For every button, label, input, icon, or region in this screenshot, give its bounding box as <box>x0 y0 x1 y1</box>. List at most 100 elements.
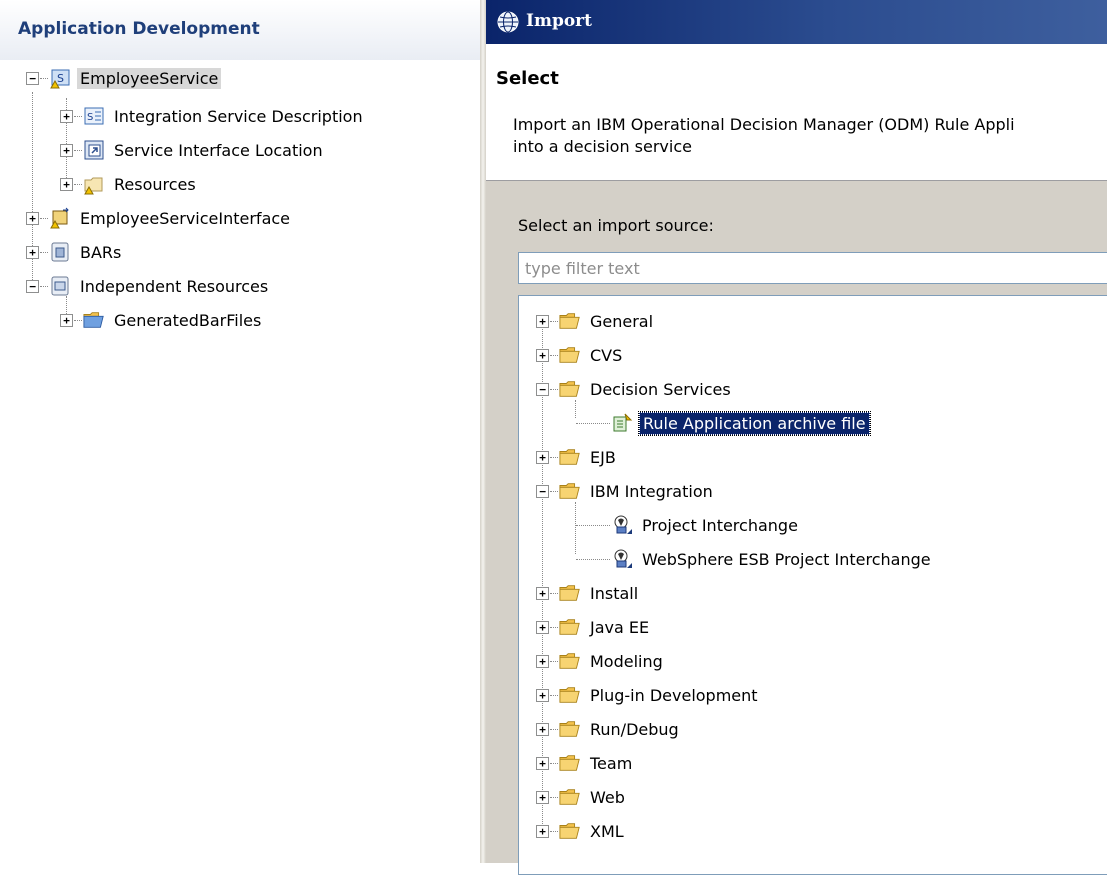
import-dialog: Import Select Import an IBM Operational … <box>486 0 1107 875</box>
expand-icon[interactable]: + <box>60 109 73 123</box>
globe-icon <box>496 10 520 38</box>
tree-item-label: XML <box>590 821 624 841</box>
expand-icon[interactable]: + <box>536 722 549 736</box>
folder-icon <box>559 344 581 366</box>
tree-item-label: Integration Service Description <box>114 106 363 126</box>
tree-item-plugin-development[interactable]: + Plug-in Development <box>536 680 761 710</box>
tree-item-independent-resources[interactable]: − Independent Resources <box>26 271 271 301</box>
tree-item-label: Plug-in Development <box>590 685 758 705</box>
collapse-icon[interactable]: − <box>26 71 39 85</box>
tree-item-project-interchange[interactable]: Project Interchange <box>575 510 801 540</box>
tree-item-label: Install <box>590 583 639 603</box>
folder-open-icon <box>559 480 581 502</box>
expand-icon[interactable]: + <box>26 211 39 225</box>
tree-item-web[interactable]: + Web <box>536 782 628 812</box>
tree-item-bars[interactable]: + BARs <box>26 237 124 267</box>
tree-item-ejb[interactable]: + EJB <box>536 442 619 472</box>
expand-icon[interactable]: + <box>536 824 549 838</box>
filter-input[interactable] <box>518 252 1107 284</box>
folder-icon <box>559 752 581 774</box>
expand-icon[interactable]: + <box>536 450 549 464</box>
tree-item-generated-bar-files[interactable]: + GeneratedBarFiles <box>60 305 264 335</box>
tree-item-websphere-esb-project-interchange[interactable]: WebSphere ESB Project Interchange <box>575 544 934 574</box>
expand-icon[interactable]: + <box>536 348 549 362</box>
tree-item-label: Rule Application archive file <box>638 410 871 436</box>
tree-item-general[interactable]: + General <box>536 306 656 336</box>
tree-item-ibm-integration[interactable]: − IBM Integration <box>536 476 716 506</box>
expand-icon[interactable]: + <box>536 586 549 600</box>
tree-item-label: Project Interchange <box>642 515 798 535</box>
folder-icon <box>559 582 581 604</box>
wizard-page-description: Import an IBM Operational Decision Manag… <box>513 114 1107 158</box>
collapse-icon[interactable]: − <box>536 382 549 396</box>
tree-item-label: BARs <box>80 242 122 262</box>
tree-item-label: EmployeeService <box>77 67 222 89</box>
expand-icon[interactable]: + <box>536 790 549 804</box>
tree-item-cvs[interactable]: + CVS <box>536 340 625 370</box>
expand-icon[interactable]: + <box>536 620 549 634</box>
collapse-icon[interactable]: − <box>26 279 39 293</box>
expand-icon[interactable]: + <box>536 314 549 328</box>
tree-item-label: Team <box>590 753 633 773</box>
tree-item-resources[interactable]: + Resources <box>60 169 199 199</box>
expand-icon[interactable]: + <box>60 313 73 327</box>
tree-item-label: Java EE <box>590 617 650 637</box>
tree-item-employee-service[interactable]: − S EmployeeService <box>26 63 222 93</box>
resources-container-icon <box>49 275 71 297</box>
tree-item-employee-service-interface[interactable]: + EmployeeServiceInterface <box>26 203 293 233</box>
panel-header: Application Development <box>0 0 480 60</box>
expand-icon[interactable]: + <box>536 688 549 702</box>
collapse-icon[interactable]: − <box>536 484 549 498</box>
tree-item-xml[interactable]: + XML <box>536 816 627 846</box>
wizard-banner: Select Import an IBM Operational Decisio… <box>486 44 1107 181</box>
tree-item-label: Web <box>590 787 625 807</box>
tree-item-label: IBM Integration <box>590 481 713 501</box>
description-line: into a decision service <box>513 137 692 156</box>
resources-folder-icon <box>83 173 105 195</box>
tree-item-label: Service Interface Location <box>114 140 323 160</box>
tree-item-modeling[interactable]: + Modeling <box>536 646 666 676</box>
folder-open-icon <box>559 378 581 400</box>
tree-item-label: WebSphere ESB Project Interchange <box>642 549 931 569</box>
tree-item-integration-service-description[interactable]: + S Integration Service Description <box>60 101 366 131</box>
folder-icon <box>559 310 581 332</box>
expand-icon[interactable]: + <box>26 245 39 259</box>
rule-archive-icon <box>611 412 633 434</box>
tree-item-team[interactable]: + Team <box>536 748 635 778</box>
expand-icon[interactable]: + <box>536 756 549 770</box>
tree-item-decision-services[interactable]: − Decision Services <box>536 374 734 404</box>
wizard-page-title: Select <box>496 68 559 89</box>
tree-item-install[interactable]: + Install <box>536 578 641 608</box>
folder-icon <box>559 446 581 468</box>
expand-icon[interactable]: + <box>60 177 73 191</box>
folder-icon <box>559 820 581 842</box>
folder-icon <box>559 786 581 808</box>
tree-item-label: Run/Debug <box>590 719 679 739</box>
tree-item-run-debug[interactable]: + Run/Debug <box>536 714 682 744</box>
bar-container-icon <box>49 241 71 263</box>
svg-text:S: S <box>87 112 93 123</box>
dialog-title-bar[interactable]: Import <box>486 0 1107 44</box>
tree-item-java-ee[interactable]: + Java EE <box>536 612 652 642</box>
tree-item-label: Modeling <box>590 651 663 671</box>
folder-icon <box>559 650 581 672</box>
expand-icon[interactable]: + <box>60 143 73 157</box>
import-source-tree[interactable]: + General + CVS − Decision Services Rule… <box>518 295 1107 875</box>
folder-icon <box>559 616 581 638</box>
tree-item-service-interface-location[interactable]: + Service Interface Location <box>60 135 326 165</box>
description-line: Import an IBM Operational Decision Manag… <box>513 115 1015 134</box>
expand-icon[interactable]: + <box>536 654 549 668</box>
svg-text:S: S <box>57 72 64 85</box>
tree-item-label: Decision Services <box>590 379 731 399</box>
tree-item-label: Independent Resources <box>80 276 269 296</box>
tree-item-label: GeneratedBarFiles <box>114 310 262 330</box>
service-project-icon: S <box>49 67 71 89</box>
project-interchange-icon <box>611 548 633 570</box>
project-explorer-panel: Application Development − S EmployeeServ… <box>0 0 480 863</box>
project-interchange-icon <box>611 514 633 536</box>
tree-item-rule-application-archive-file[interactable]: Rule Application archive file <box>575 408 871 438</box>
tree-item-label: EmployeeServiceInterface <box>80 208 291 228</box>
tree-item-label: Resources <box>114 174 196 194</box>
dialog-title: Import <box>526 11 592 31</box>
interface-location-icon <box>83 139 105 161</box>
